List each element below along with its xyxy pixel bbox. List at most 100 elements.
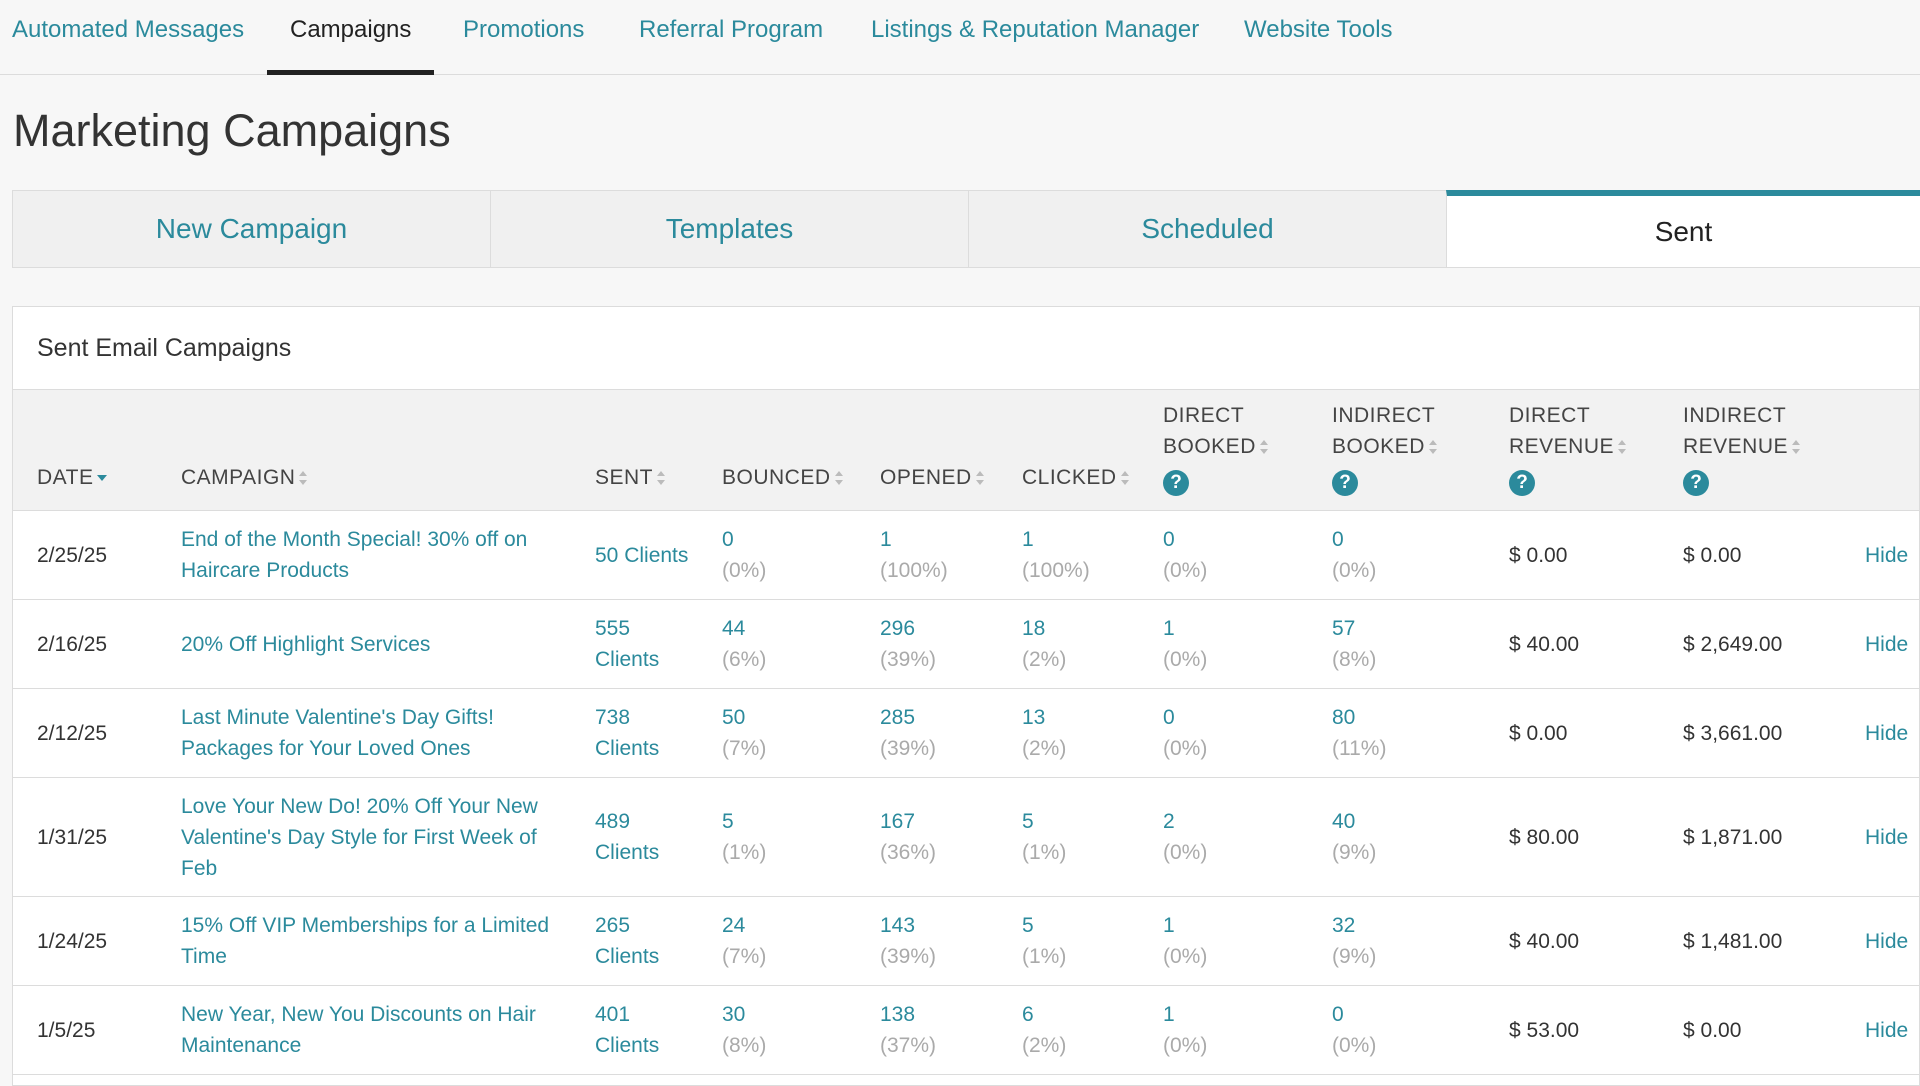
opened-cell[interactable]: 143 (39%) bbox=[880, 910, 936, 972]
bounced-cell[interactable]: 50 (7%) bbox=[722, 702, 766, 764]
opened-cell[interactable]: 1 (100%) bbox=[880, 524, 948, 586]
hide-link[interactable]: Hide bbox=[1865, 718, 1908, 749]
direct-booked-cell[interactable]: 2 (0%) bbox=[1163, 806, 1207, 868]
indirect-booked-cell[interactable]: 0 (0%) bbox=[1332, 999, 1376, 1061]
hide-link[interactable]: Hide bbox=[1865, 822, 1908, 853]
direct-revenue: $ 40.00 bbox=[1509, 633, 1580, 656]
indirect-revenue: $ 0.00 bbox=[1683, 1019, 1742, 1042]
bounced-cell[interactable]: 30 (8%) bbox=[722, 999, 766, 1061]
campaign-link[interactable]: 15% Off VIP Memberships for a Limited Ti… bbox=[181, 910, 581, 972]
help-icon[interactable]: ? bbox=[1683, 470, 1709, 496]
sent-campaigns-panel: Sent Email Campaigns DATE CAMPAIGN SENT … bbox=[12, 306, 1920, 1086]
col-direct-revenue[interactable]: DIRECT REVENUE bbox=[1509, 400, 1627, 462]
top-navigation: Automated Messages Campaigns Promotions … bbox=[0, 0, 1920, 75]
col-date-label: DATE bbox=[37, 466, 94, 489]
clicked-cell[interactable]: 5 (1%) bbox=[1022, 806, 1066, 868]
opened-cell[interactable]: 296 (39%) bbox=[880, 613, 936, 675]
nav-tab-listings-reputation[interactable]: Listings & Reputation Manager bbox=[871, 0, 1199, 74]
hide-link[interactable]: Hide bbox=[1865, 926, 1908, 957]
clicked-percent: (2%) bbox=[1022, 1034, 1067, 1057]
nav-tab-automated-messages[interactable]: Automated Messages bbox=[12, 0, 244, 74]
col-bounced[interactable]: BOUNCED bbox=[722, 462, 844, 493]
tab-sent[interactable]: Sent bbox=[1446, 190, 1920, 268]
clicked-cell[interactable]: 5 (1%) bbox=[1022, 910, 1066, 972]
campaign-link[interactable]: End of the Month Special! 30% off on Hai… bbox=[181, 524, 581, 586]
sent-clients-link[interactable]: 555 Clients bbox=[595, 613, 659, 675]
opened-percent: (39%) bbox=[880, 945, 937, 968]
hide-link[interactable]: Hide bbox=[1865, 540, 1908, 571]
clicked-cell[interactable]: 6 (2%) bbox=[1022, 999, 1066, 1061]
help-icon[interactable]: ? bbox=[1509, 470, 1535, 496]
sent-clients-link[interactable]: 50 Clients bbox=[595, 540, 688, 571]
sent-count: 738 bbox=[595, 706, 631, 729]
direct-booked-cell[interactable]: 1 (0%) bbox=[1163, 999, 1207, 1061]
tab-scheduled[interactable]: Scheduled bbox=[968, 190, 1446, 268]
col-clicked[interactable]: CLICKED bbox=[1022, 462, 1130, 493]
campaign-link[interactable]: Last Minute Valentine's Day Gifts! Packa… bbox=[181, 702, 581, 764]
opened-cell[interactable]: 138 (37%) bbox=[880, 999, 936, 1061]
campaign-subtabs: New Campaign Templates Scheduled Sent bbox=[12, 190, 1920, 268]
col-indirect-booked[interactable]: INDIRECT BOOKED bbox=[1332, 400, 1438, 462]
clicked-cell[interactable]: 1 (100%) bbox=[1022, 524, 1090, 586]
col-campaign[interactable]: CAMPAIGN bbox=[181, 462, 308, 493]
direct-booked-cell[interactable]: 1 (0%) bbox=[1163, 613, 1207, 675]
bounced-cell[interactable]: 24 (7%) bbox=[722, 910, 766, 972]
col-date[interactable]: DATE bbox=[37, 462, 108, 493]
nav-tab-referral-program[interactable]: Referral Program bbox=[639, 0, 823, 74]
tab-templates[interactable]: Templates bbox=[490, 190, 968, 268]
clicked-cell[interactable]: 13 (2%) bbox=[1022, 702, 1066, 764]
campaign-name-line: Time bbox=[181, 945, 227, 968]
bounced-count: 50 bbox=[722, 706, 746, 729]
sent-unit: Clients bbox=[595, 1034, 660, 1057]
campaign-name-line: Maintenance bbox=[181, 1034, 302, 1057]
clicked-percent: (100%) bbox=[1022, 559, 1090, 582]
clicked-count: 13 bbox=[1022, 706, 1046, 729]
col-direct-booked[interactable]: DIRECT BOOKED bbox=[1163, 400, 1269, 462]
bounced-cell[interactable]: 0 (0%) bbox=[722, 524, 766, 586]
clicked-cell[interactable]: 18 (2%) bbox=[1022, 613, 1066, 675]
col-direct-booked-label-1: DIRECT bbox=[1163, 404, 1245, 427]
sent-clients-link[interactable]: 738 Clients bbox=[595, 702, 659, 764]
nav-tab-campaigns[interactable]: Campaigns bbox=[266, 0, 435, 75]
col-opened[interactable]: OPENED bbox=[880, 462, 985, 493]
sent-clients-link[interactable]: 265 Clients bbox=[595, 910, 659, 972]
col-indirect-booked-label-1: INDIRECT bbox=[1332, 404, 1436, 427]
bounced-count: 5 bbox=[722, 810, 734, 833]
hide-link[interactable]: Hide bbox=[1865, 1015, 1908, 1046]
nav-tab-promotions[interactable]: Promotions bbox=[463, 0, 584, 74]
opened-cell[interactable]: 285 (39%) bbox=[880, 702, 936, 764]
col-indirect-booked-label-2: BOOKED bbox=[1332, 435, 1425, 458]
sent-clients-link[interactable]: 489 Clients bbox=[595, 806, 659, 868]
indirect-booked-cell[interactable]: 40 (9%) bbox=[1332, 806, 1376, 868]
col-sent[interactable]: SENT bbox=[595, 462, 666, 493]
col-indirect-revenue[interactable]: INDIRECT REVENUE bbox=[1683, 400, 1801, 462]
direct-booked-cell[interactable]: 0 (0%) bbox=[1163, 524, 1207, 586]
campaign-link[interactable]: New Year, New You Discounts on Hair Main… bbox=[181, 999, 581, 1061]
indirect-booked-cell[interactable]: 80 (11%) bbox=[1332, 702, 1386, 764]
hide-link[interactable]: Hide bbox=[1865, 629, 1908, 660]
indirect-booked-count: 0 bbox=[1332, 528, 1344, 551]
opened-cell[interactable]: 167 (36%) bbox=[880, 806, 936, 868]
bounced-cell[interactable]: 44 (6%) bbox=[722, 613, 766, 675]
direct-booked-cell[interactable]: 1 (0%) bbox=[1163, 910, 1207, 972]
direct-booked-count: 1 bbox=[1163, 914, 1175, 937]
campaign-link[interactable]: Love Your New Do! 20% Off Your New Valen… bbox=[181, 791, 581, 884]
campaign-link[interactable]: 20% Off Highlight Services bbox=[181, 629, 581, 660]
help-icon[interactable]: ? bbox=[1332, 470, 1358, 496]
bounced-count: 0 bbox=[722, 528, 734, 551]
table-row: 2/16/25 20% Off Highlight Services 555 C… bbox=[13, 600, 1919, 689]
tab-new-campaign[interactable]: New Campaign bbox=[12, 190, 490, 268]
direct-booked-percent: (0%) bbox=[1163, 737, 1208, 760]
nav-tab-website-tools[interactable]: Website Tools bbox=[1244, 0, 1393, 74]
indirect-booked-cell[interactable]: 32 (9%) bbox=[1332, 910, 1376, 972]
indirect-revenue: $ 2,649.00 bbox=[1683, 633, 1783, 656]
direct-booked-cell[interactable]: 0 (0%) bbox=[1163, 702, 1207, 764]
indirect-booked-cell[interactable]: 57 (8%) bbox=[1332, 613, 1376, 675]
help-icon[interactable]: ? bbox=[1163, 470, 1189, 496]
indirect-booked-cell[interactable]: 0 (0%) bbox=[1332, 524, 1376, 586]
direct-booked-count: 0 bbox=[1163, 706, 1175, 729]
sent-count: 489 bbox=[595, 810, 631, 833]
sent-clients-link[interactable]: 401 Clients bbox=[595, 999, 659, 1061]
bounced-cell[interactable]: 5 (1%) bbox=[722, 806, 766, 868]
direct-revenue: $ 0.00 bbox=[1509, 722, 1568, 745]
